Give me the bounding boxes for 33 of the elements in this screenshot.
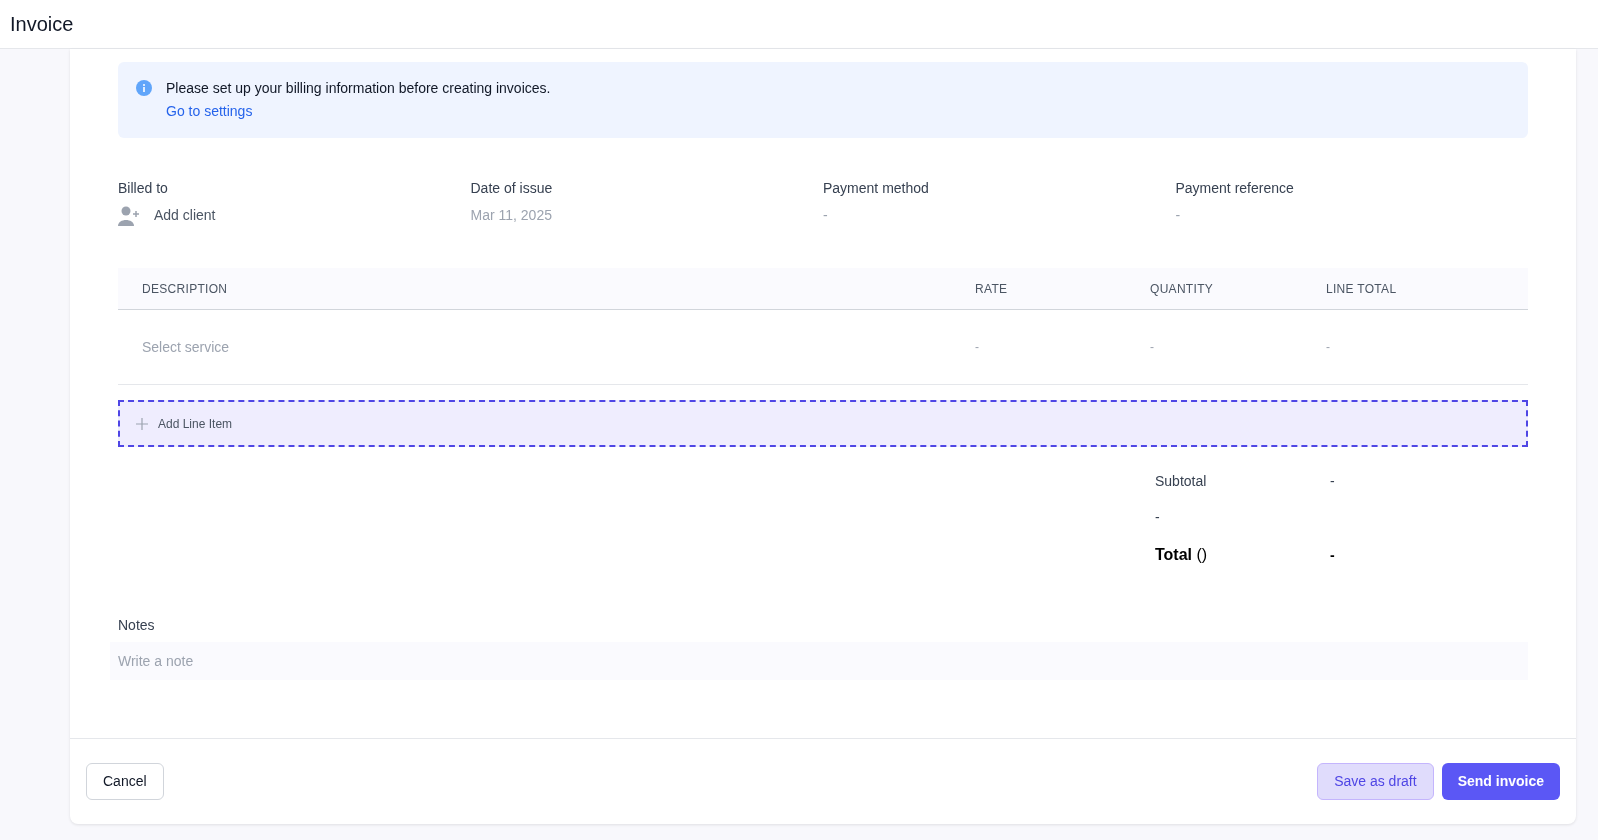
amount-value: - (1330, 545, 1336, 565)
page-title: Invoice (10, 12, 74, 37)
total-label: Total () (1155, 545, 1209, 565)
field-value: - (823, 206, 829, 225)
field-label: Payment method (823, 179, 930, 198)
field-value: - (1175, 206, 1182, 225)
column-header: LINE TOTAL (1326, 280, 1398, 298)
table-cell-text: - (1150, 339, 1155, 356)
add-line-item-button[interactable]: Add Line Item (118, 400, 1528, 447)
column-header: DESCRIPTION (141, 280, 229, 298)
add-client-button[interactable]: Add client (118, 205, 216, 226)
settings-link[interactable]: Go to settings (166, 101, 253, 122)
notes-label: Notes (118, 616, 156, 635)
table-cell-text: - (1326, 339, 1331, 356)
table-cell-text: - (975, 339, 980, 356)
column-header: QUANTITY (1150, 280, 1215, 298)
column-header: RATE (975, 280, 1009, 298)
save-draft-button[interactable]: Save as draft (1317, 763, 1434, 800)
field-label: Date of issue (470, 179, 554, 198)
tax-label: - (1155, 508, 1161, 527)
add-user-icon (118, 205, 140, 226)
notes-field[interactable]: Write a note (110, 642, 1528, 680)
subtotal-label: Subtotal (1155, 472, 1208, 491)
cancel-button[interactable]: Cancel (86, 763, 164, 800)
field-value: Mar 11, 2025 (470, 206, 553, 225)
plus-icon (136, 417, 148, 430)
field-label: Billed to (118, 179, 169, 198)
service-field[interactable]: Select service (142, 337, 542, 358)
send-invoice-button[interactable]: Send invoice (1441, 763, 1560, 800)
field-label: Payment reference (1175, 179, 1295, 198)
alert-message: Please set up your billing information before creating invoices. (166, 79, 551, 98)
amount-value: - (1330, 472, 1336, 491)
info-icon (136, 80, 152, 96)
